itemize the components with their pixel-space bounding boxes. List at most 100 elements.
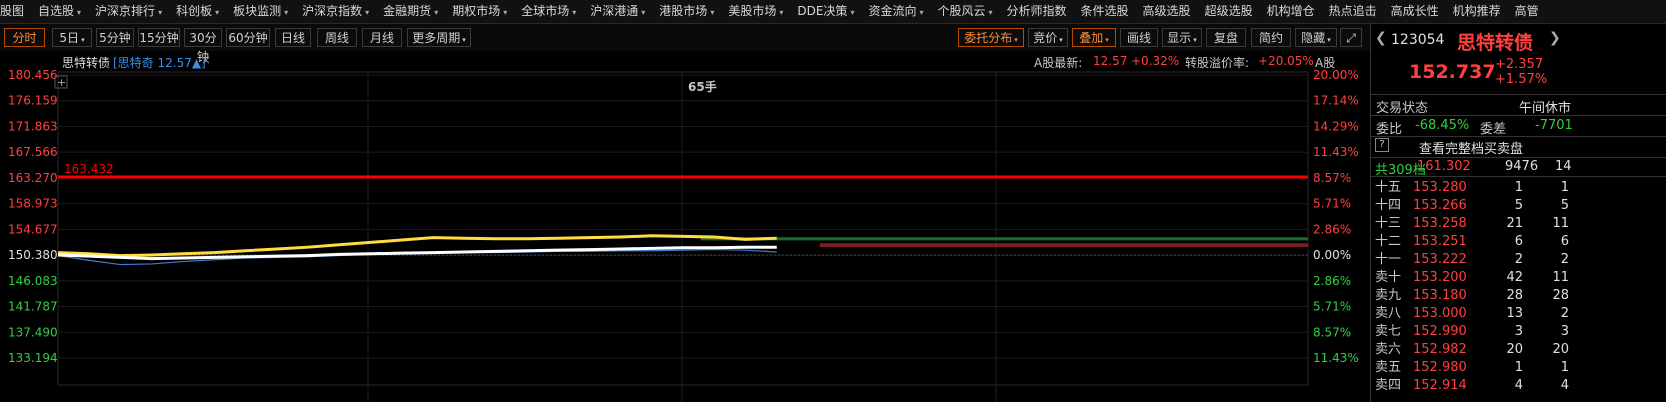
level-label: 十五: [1375, 180, 1402, 195]
nav-item[interactable]: DDE决策 ▾: [797, 0, 854, 23]
dropdown-arrow-icon: ▾: [1059, 36, 1063, 44]
dropdown-arrow-icon: ▾: [503, 8, 508, 17]
y-tick-label-left: 163.270: [8, 171, 58, 185]
period-button[interactable]: 5分钟: [96, 28, 134, 47]
nav-item[interactable]: 个股风云 ▾: [937, 0, 992, 23]
nav-item[interactable]: 沪深港通 ▾: [590, 0, 645, 23]
period-button[interactable]: 更多周期 ▾: [407, 28, 471, 47]
order-book-row[interactable]: 十四 153.266 5 5: [1371, 197, 1666, 215]
period-button[interactable]: 周线: [317, 28, 357, 47]
tool-button[interactable]: 竞价 ▾: [1028, 28, 1068, 47]
quote-panel: ❮ 123054 思特转债 ❯ 152.737 +2.357 +1.57% 交易…: [1370, 24, 1666, 402]
tool-button[interactable]: 叠加 ▾: [1072, 28, 1116, 47]
nav-item-label: 高成长性: [1390, 4, 1439, 18]
nav-item[interactable]: 机构推荐: [1453, 0, 1501, 23]
period-button[interactable]: 30分钟: [184, 28, 222, 64]
view-full-orderbook-link[interactable]: 查看完整档买卖盘: [1419, 138, 1523, 157]
y-tick-label-right: 2.86%: [1313, 222, 1351, 236]
period-button[interactable]: 15分钟: [138, 28, 180, 47]
nav-item[interactable]: 科创板 ▾: [176, 0, 219, 23]
period-button[interactable]: 分时: [4, 28, 45, 47]
order-book-row[interactable]: 卖九 153.180 28 28: [1371, 287, 1666, 305]
level-extra: 5: [1560, 198, 1569, 213]
tool-button[interactable]: 显示 ▾: [1162, 28, 1202, 47]
y-tick-label-left: 137.490: [8, 325, 58, 339]
nav-item[interactable]: 条件选股: [1081, 0, 1129, 23]
dropdown-arrow-icon: ▾: [1193, 36, 1197, 44]
period-button-label: 月线: [369, 31, 394, 45]
dropdown-arrow-icon: ▾: [158, 8, 163, 17]
order-book-row[interactable]: 十五 153.280 1 1: [1371, 179, 1666, 197]
nav-item[interactable]: 金融期货 ▾: [383, 0, 438, 23]
period-button[interactable]: 60分钟: [226, 28, 270, 47]
nav-item[interactable]: 超级选股: [1205, 0, 1253, 23]
order-book-row[interactable]: 十三 153.258 21 11: [1371, 215, 1666, 233]
nav-item[interactable]: 股图: [0, 0, 24, 23]
level-price: 153.222: [1413, 252, 1467, 267]
nav-item-label: 科创板: [176, 4, 213, 18]
prev-stock-icon[interactable]: ❮: [1375, 30, 1387, 46]
weibi-label: 委比: [1376, 122, 1403, 137]
nav-item[interactable]: 高级选股: [1143, 0, 1191, 23]
nav-item[interactable]: 港股市场 ▾: [659, 0, 714, 23]
nav-item-label: 股图: [0, 4, 25, 18]
tool-button-label: 简约: [1258, 31, 1283, 45]
nav-item[interactable]: 沪深京指数 ▾: [302, 0, 369, 23]
help-icon[interactable]: ?: [1375, 138, 1389, 152]
dropdown-arrow-icon: ▾: [81, 36, 85, 44]
level-extra: 6: [1560, 234, 1569, 249]
y-tick-label-right: 2.86%: [1313, 274, 1351, 288]
level-price: 153.200: [1413, 270, 1467, 285]
level-price: 153.000: [1413, 306, 1467, 321]
nav-item-label: 自选股: [38, 4, 75, 18]
chart-toolbar: 分时 5日 ▾ 5分钟 15分钟 30分钟 60分钟 日线 周线 月线 更多周期 ▾ 委托分布 ▾ 竞价 ▾ 叠…: [0, 24, 1414, 64]
nav-item-label: 全球市场: [521, 4, 570, 18]
total-levels-extra: 14: [1555, 159, 1572, 174]
nav-item[interactable]: 高管: [1515, 0, 1539, 23]
nav-item[interactable]: 资金流向 ▾: [868, 0, 923, 23]
nav-item[interactable]: 美股市场 ▾: [728, 0, 783, 23]
tool-button[interactable]: 简约: [1251, 28, 1291, 47]
nav-item[interactable]: 分析师指数: [1007, 0, 1067, 23]
nav-item[interactable]: 期权市场 ▾: [452, 0, 507, 23]
order-book-row[interactable]: 卖六 152.982 20 20: [1371, 341, 1666, 359]
nav-item[interactable]: 自选股 ▾: [38, 0, 81, 23]
period-button[interactable]: 日线: [275, 28, 311, 47]
order-book-row[interactable]: 卖七 152.990 3 3: [1371, 323, 1666, 341]
tool-button[interactable]: 复盘: [1206, 28, 1246, 47]
expand-icon[interactable]: ⤢: [1340, 28, 1362, 47]
order-book-row[interactable]: 卖十 153.200 42 11: [1371, 269, 1666, 287]
tool-button[interactable]: 委托分布 ▾: [958, 28, 1024, 47]
nav-item-label: 高管: [1514, 4, 1539, 18]
order-book-row[interactable]: 十一 153.222 2 2: [1371, 251, 1666, 269]
nav-item-label: 机构推荐: [1452, 4, 1501, 18]
level-label: 十四: [1375, 198, 1402, 213]
nav-item-label: 超级选股: [1204, 4, 1253, 18]
order-book-row[interactable]: 卖五 152.980 1 1: [1371, 359, 1666, 377]
order-book-row[interactable]: 十二 153.251 6 6: [1371, 233, 1666, 251]
tool-button[interactable]: 画线: [1120, 28, 1158, 47]
level-label: 卖十: [1375, 270, 1402, 285]
order-book-row[interactable]: 卖八 153.000 13 2: [1371, 305, 1666, 323]
level-volume: 1: [1514, 360, 1523, 375]
dropdown-arrow-icon: ▾: [434, 8, 439, 17]
nav-item[interactable]: 沪深京排行 ▾: [95, 0, 162, 23]
tool-button[interactable]: 隐藏 ▾: [1295, 28, 1337, 47]
nav-item[interactable]: 全球市场 ▾: [521, 0, 576, 23]
level-label: 卖九: [1375, 288, 1402, 303]
nav-item-label: 条件选股: [1080, 4, 1129, 18]
price-change-pct: +1.57%: [1495, 72, 1548, 87]
nav-item[interactable]: 高成长性: [1391, 0, 1439, 23]
nav-item[interactable]: 机构增仓: [1267, 0, 1315, 23]
nav-item-label: 资金流向: [868, 4, 917, 18]
order-book-row[interactable]: 卖四 152.914 4 4: [1371, 377, 1666, 395]
period-button-label: 日线: [280, 31, 305, 45]
nav-item[interactable]: 热点追击: [1329, 0, 1377, 23]
weicha-label: 委差: [1480, 122, 1507, 137]
period-button[interactable]: 5日 ▾: [52, 28, 92, 47]
intraday-chart[interactable]: 180.456 20.00% 176.159 17.14% 171.863 14.29% 1…: [0, 52, 1368, 402]
period-button[interactable]: 月线: [362, 28, 402, 47]
nav-item[interactable]: 板块监测 ▾: [233, 0, 288, 23]
level-volume: 20: [1506, 342, 1523, 357]
next-stock-icon[interactable]: ❯: [1549, 30, 1561, 46]
